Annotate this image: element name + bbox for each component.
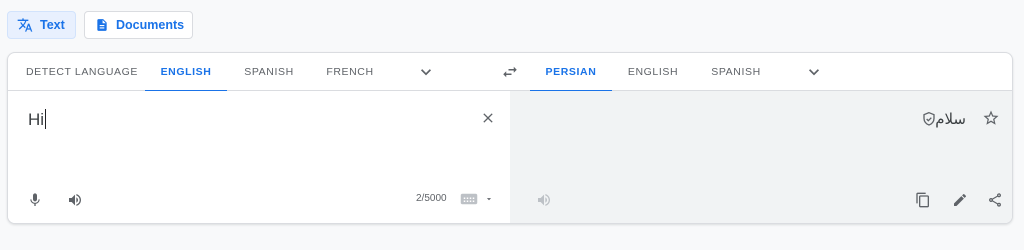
close-icon [483, 113, 493, 123]
tab-target-persian[interactable]: PERSIAN [530, 53, 612, 92]
listen-source-button[interactable] [64, 189, 86, 211]
tab-source-english[interactable]: ENGLISH [145, 53, 227, 92]
character-count: 2/5000 [416, 193, 447, 204]
documents-mode-label: Documents [116, 18, 185, 32]
share-icon [989, 193, 1002, 207]
document-icon [95, 17, 109, 33]
share-translation-button[interactable] [984, 189, 1006, 211]
documents-mode-button[interactable]: Documents [84, 11, 193, 39]
tab-target-english[interactable]: ENGLISH [618, 53, 688, 91]
shield-check-icon [923, 111, 935, 126]
verified-translation-badge[interactable] [921, 111, 937, 132]
tab-source-spanish[interactable]: SPANISH [234, 53, 304, 91]
copy-icon [916, 192, 929, 208]
text-mode-button[interactable]: Text [7, 11, 76, 39]
tab-target-spanish[interactable]: SPANISH [701, 53, 771, 91]
speaker-icon [69, 194, 81, 206]
source-textarea[interactable]: Hi [28, 109, 47, 130]
suggest-edit-button[interactable] [949, 189, 971, 211]
translate-icon [17, 17, 33, 33]
translation-card: DETECT LANGUAGE ENGLISH SPANISH FRENCH P… [7, 52, 1013, 224]
mic-icon [30, 193, 40, 206]
save-translation-button[interactable] [982, 109, 1000, 132]
source-more-languages-button[interactable] [416, 62, 436, 82]
translated-text: سلام [935, 110, 966, 128]
text-mode-label: Text [40, 18, 65, 32]
mic-button[interactable] [24, 189, 46, 211]
target-panel: سلام [510, 91, 1012, 223]
keyboard-icon [460, 193, 478, 205]
tab-source-french[interactable]: FRENCH [315, 53, 385, 91]
speaker-icon [538, 194, 550, 206]
target-more-languages-button[interactable] [804, 62, 824, 82]
caret-down-icon [486, 198, 492, 201]
language-bar: DETECT LANGUAGE ENGLISH SPANISH FRENCH P… [8, 53, 1012, 92]
input-tools-button[interactable] [460, 193, 494, 205]
chevron-down-icon [421, 69, 431, 76]
tab-detect-language[interactable]: DETECT LANGUAGE [18, 53, 146, 91]
copy-translation-button[interactable] [912, 189, 934, 211]
chevron-down-icon [809, 69, 819, 76]
source-text: Hi [28, 110, 45, 129]
pencil-icon [954, 193, 967, 206]
text-caret [45, 109, 47, 129]
listen-translation-button[interactable] [533, 189, 555, 211]
swap-icon [503, 66, 517, 78]
clear-source-button[interactable] [478, 108, 498, 128]
source-panel: Hi 2/5000 [8, 91, 510, 223]
star-icon [983, 110, 999, 125]
swap-languages-button[interactable] [500, 62, 520, 82]
